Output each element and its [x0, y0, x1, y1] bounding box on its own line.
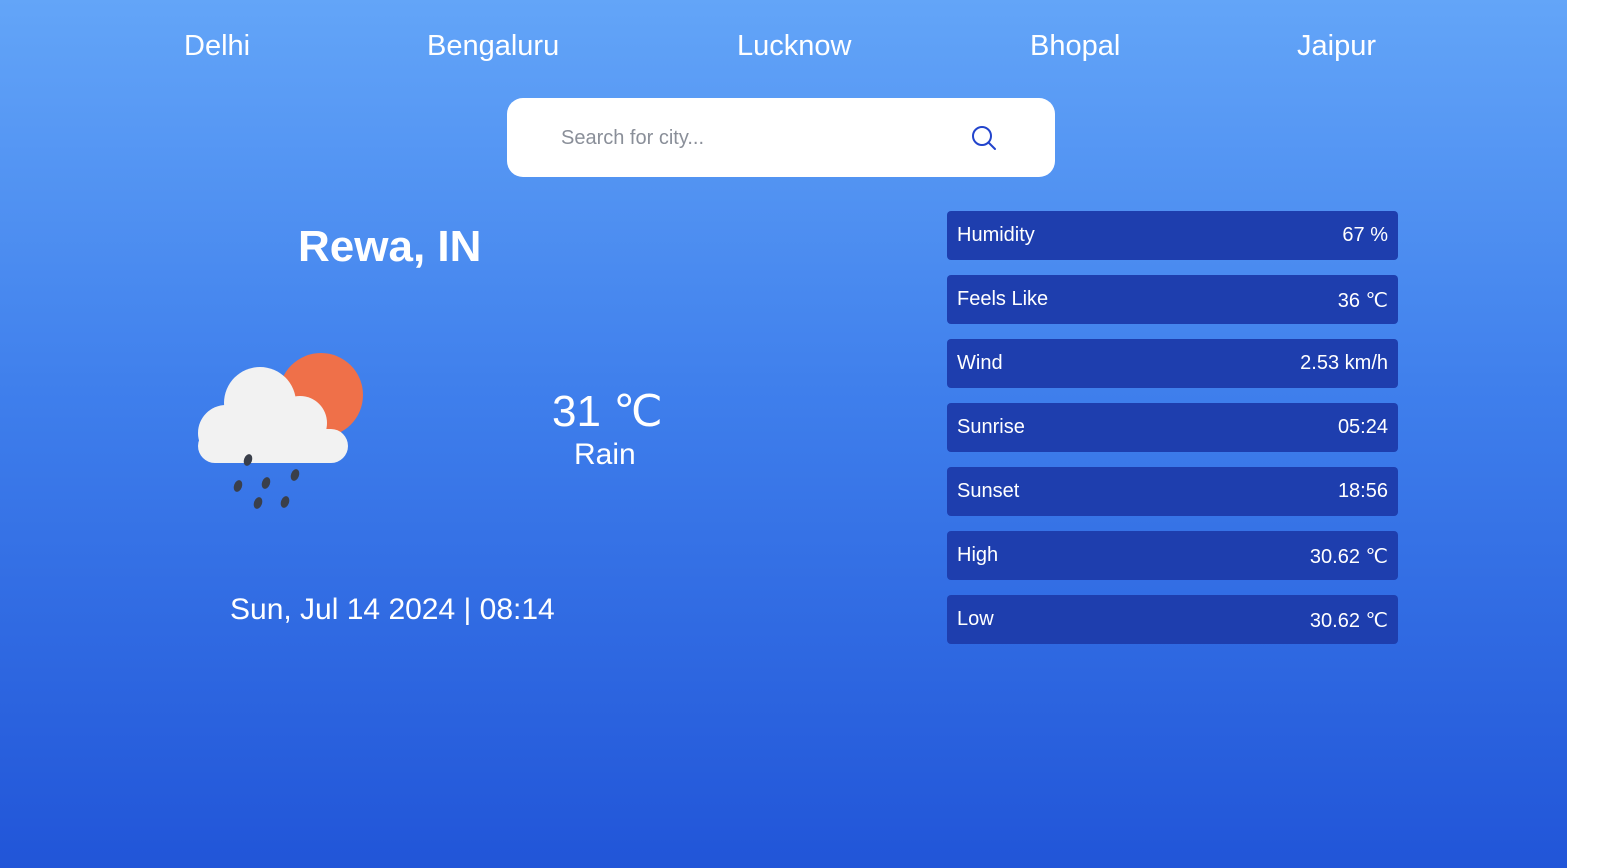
date-time: Sun, Jul 14 2024 | 08:14 [230, 593, 555, 626]
stat-label: Low [957, 608, 994, 630]
stat-label: High [957, 544, 999, 566]
search-input[interactable] [559, 118, 963, 158]
stat-value: 18:56 [1337, 480, 1388, 502]
temperature-value: 31 [552, 387, 601, 436]
city-nav: Delhi Bengaluru Lucknow Bhopal Jaipur [0, 30, 1567, 70]
cloud-sun-rain-icon [198, 353, 363, 509]
weather-stats-panel: Humidity 67 % Feels Like 36 ℃ Wind 2.53 … [947, 211, 1398, 659]
location-title: Rewa, IN [298, 222, 482, 271]
weather-condition: Rain [574, 438, 636, 471]
search-icon[interactable] [970, 124, 998, 152]
city-link-jaipur[interactable]: Jaipur [1297, 30, 1376, 63]
stat-value: 30.62 ℃ [1309, 610, 1388, 632]
stat-row-sunrise: Sunrise 05:24 [947, 403, 1398, 452]
stat-label: Wind [957, 352, 1003, 374]
stat-value: 36 ℃ [1337, 290, 1388, 312]
stat-row-low: Low 30.62 ℃ [947, 595, 1398, 644]
stat-row-wind: Wind 2.53 km/h [947, 339, 1398, 388]
stat-row-sunset: Sunset 18:56 [947, 467, 1398, 516]
temperature: 31 ℃ [552, 386, 663, 437]
stat-label: Feels Like [957, 288, 1049, 310]
page-edge [1567, 0, 1602, 868]
stat-label: Sunset [957, 480, 1020, 502]
stat-label: Humidity [957, 224, 1035, 246]
stat-row-high: High 30.62 ℃ [947, 531, 1398, 580]
stat-row-humidity: Humidity 67 % [947, 211, 1398, 260]
city-link-bhopal[interactable]: Bhopal [1030, 30, 1120, 63]
city-link-delhi[interactable]: Delhi [184, 30, 250, 63]
stat-label: Sunrise [957, 416, 1025, 438]
stat-row-feels-like: Feels Like 36 ℃ [947, 275, 1398, 324]
search-box [507, 98, 1055, 177]
city-link-bengaluru[interactable]: Bengaluru [427, 30, 559, 63]
stat-value: 30.62 ℃ [1309, 546, 1388, 568]
temperature-unit: ℃ [613, 387, 663, 436]
stat-value: 05:24 [1337, 416, 1388, 438]
stat-value: 2.53 km/h [1300, 352, 1388, 374]
city-link-lucknow[interactable]: Lucknow [737, 30, 851, 63]
stat-value: 67 % [1342, 224, 1388, 246]
